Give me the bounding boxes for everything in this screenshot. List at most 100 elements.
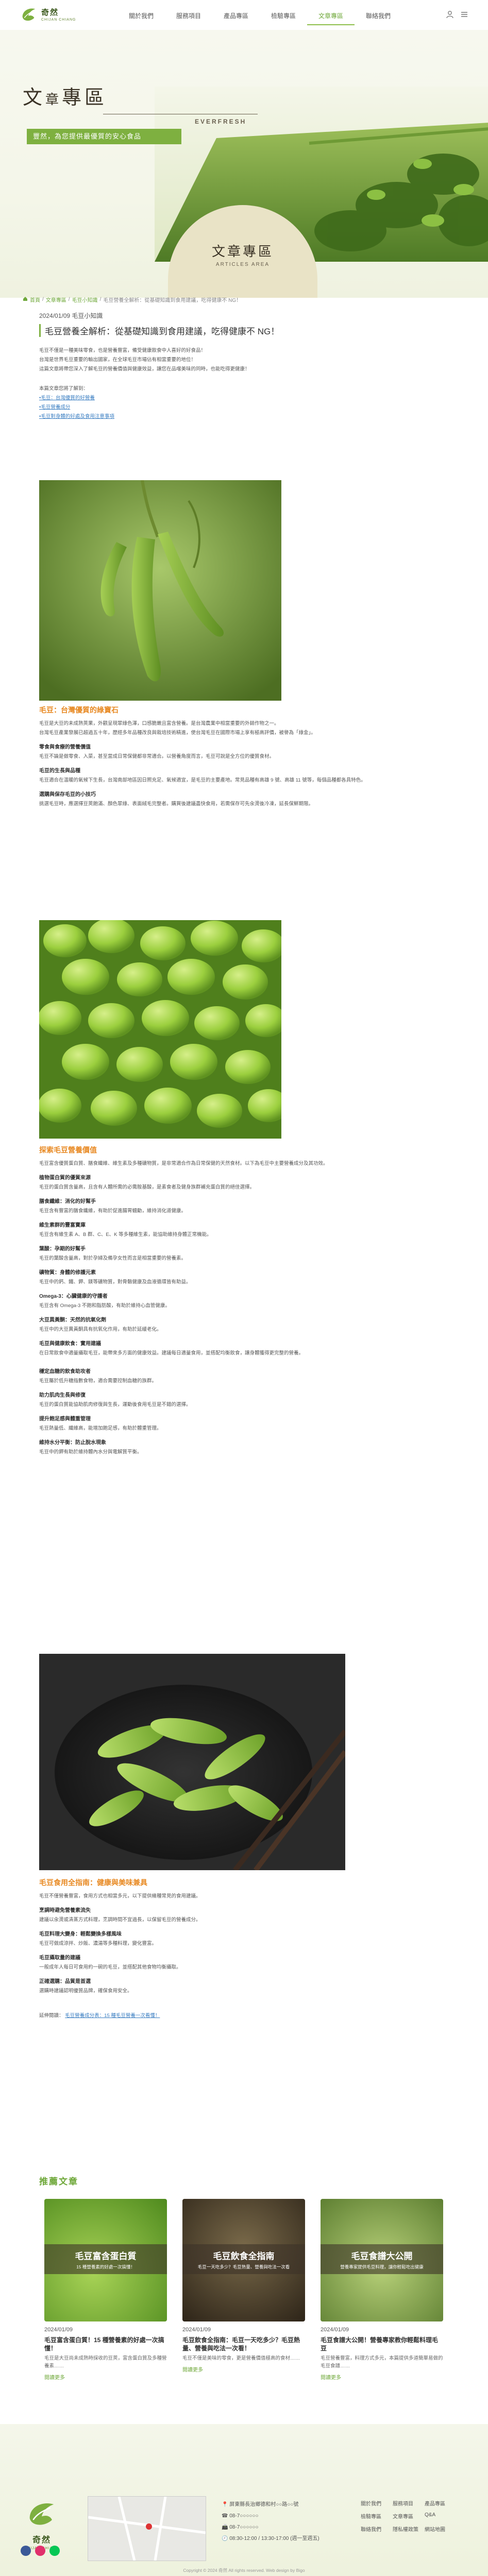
hours: 🕘 08:30-12:00 / 13:30-17:00 (週一至週五) [222,2536,319,2541]
more-link[interactable]: 毛豆營養成分表：15 種毛豆營養一次看懂！ [65,2013,160,2019]
footer-link[interactable]: 關於我們 [361,2499,393,2507]
edamame-bowl-image [39,1654,345,1870]
nav-articles[interactable]: 文章專區 [307,7,355,25]
toc-link[interactable]: •毛豆對身體的好處及食用注意事項 [39,414,114,419]
card-desc: 毛豆是大豆尚未成熟時採收的豆莢，富含蛋白質及多種營養素…… [44,2355,167,2369]
fax: 📠 08-7○○○○○○ [222,2524,259,2530]
card-desc: 毛豆營養豐富，料理方式多元，本篇提供多道簡單易做的毛豆食譜…… [321,2355,443,2369]
card-image[interactable]: 毛豆食譜大公開 營養專家提供毛豆料理，讓你輕鬆吃出健康 [321,2199,443,2321]
card-title[interactable]: 毛豆富含蛋白質！15 種營養素的好處一次搞懂！ [44,2336,167,2352]
banner-subtitle: 豐然，為您提供最優質的安心食品 [27,129,181,144]
card-image[interactable]: 毛豆富含蛋白質 15 種營養素的好處一次搞懂！ [44,2199,167,2321]
site-header: 奇然 CHIJAN CHIANG 關於我們 服務項目 產品專區 檢驗專區 文章專… [0,0,488,30]
subheading: 選購與保存毛豆的小技巧 [39,792,96,798]
toc-link[interactable]: •毛豆營養成分 [39,404,70,410]
section-heading: 毛豆：台灣優質的綠寶石 [39,706,119,714]
map-pin-icon [146,2523,152,2530]
footer-logo[interactable]: 奇然 CHIJAN CHIANG [24,2499,60,2550]
footer-link[interactable]: 聯絡我們 [361,2525,393,2533]
toc-link[interactable]: •毛豆：台灣優質的好營養 [39,395,95,401]
section-heading: 毛豆食用全指南：健康與美味兼具 [39,1878,147,1887]
home-icon[interactable] [23,296,28,303]
read-more-link[interactable]: 閱讀更多 [182,2365,305,2373]
subheading: 礦物質：身體的修護元素 [39,1270,96,1276]
article-card[interactable]: 毛豆食譜大公開 營養專家提供毛豆料理，讓你輕鬆吃出健康 2024/01/09 毛… [321,2199,443,2381]
subheading: 零食與食療的營養價值 [39,744,91,750]
section-1: 毛豆：台灣優質的綠寶石 毛豆是大豆的未成熟莢果，外觀呈現翠綠色澤，口感脆嫩且富含… [39,705,448,809]
article-card[interactable]: 毛豆富含蛋白質 15 種營養素的好處一次搞懂！ 2024/01/09 毛豆富含蛋… [44,2199,167,2381]
nav-inspection[interactable]: 檢驗專區 [260,7,307,25]
card-title[interactable]: 毛豆食譜大公開！營養專家教你輕鬆料理毛豆 [321,2336,443,2352]
subheading: 正確選購：品質是首選 [39,1979,91,1985]
crumb-current: 毛豆營養全解析：從基礎知識到食用建議，吃得健康不 NG！ [103,298,242,303]
user-icon[interactable] [446,10,454,19]
instagram-icon[interactable] [35,2546,45,2556]
location-map[interactable] [88,2496,206,2561]
banner-title: 文章專區 [23,86,108,109]
site-footer: 奇然 CHIJAN CHIANG 📍 屏東縣長治鄉德和村○○路○○號 ☎ 08-… [0,2424,488,2576]
contact-info: 📍 屏東縣長治鄉德和村○○路○○號 ☎ 08-7○○○○○○ 📠 08-7○○○… [222,2499,319,2545]
subheading: 毛豆攝取量的建議 [39,1955,80,1961]
footer-links: 關於我們 服務項目 產品專區 檢驗專區 文章專區 Q&A 聯絡我們 隱私權政策 … [361,2499,457,2533]
breadcrumb: 首頁 / 文章專區 / 毛豆小知識 / 毛豆營養全解析：從基礎知識到食用建議，吃得健康… [23,296,241,303]
nav-services[interactable]: 服務項目 [165,7,212,25]
footer-link[interactable]: Q&A [425,2512,457,2520]
card-desc: 毛豆不僅是美味的零食，更是營養價值極高的食材…… [182,2355,300,2361]
read-more-link[interactable]: 閱讀更多 [321,2373,443,2381]
footer-link[interactable]: 文章專區 [393,2512,425,2520]
facebook-icon[interactable] [21,2546,31,2556]
article-card[interactable]: 毛豆飲食全指南 毛豆一天吃多少？毛豆熱量、營養與吃法一次看 2024/01/09… [182,2199,305,2381]
footer-link[interactable]: 網站地圖 [425,2525,457,2533]
brand-logo[interactable]: 奇然 CHIJAN CHIANG [19,5,76,25]
logo-leaf-icon [29,2503,54,2525]
card-date: 2024/01/09 [44,2327,73,2333]
address: 📍 屏東縣長治鄉德和村○○路○○號 [222,2502,299,2507]
article-title: 毛豆營養全解析：從基礎知識到食用建議，吃得健康不 NG！ [39,324,448,337]
intro-paragraph: 台灣是世界毛豆重要的輸出國家，在全球毛豆市場佔有相當重要的地位！ [39,357,196,363]
read-more-link[interactable]: 閱讀更多 [44,2373,167,2381]
subheading: 助力肌肉生長與修復 [39,1393,86,1398]
toc-intro: 本篇文章您將了解到： [39,386,89,392]
phone[interactable]: ☎ 08-7○○○○○○ [222,2511,319,2522]
crumb-home[interactable]: 首頁 [30,296,40,303]
footer-link[interactable]: 隱私權政策 [393,2525,425,2533]
footer-link[interactable]: 產品專區 [425,2499,457,2507]
subheading: Omega-3：心臟健康的守護者 [39,1294,108,1299]
menu-icon[interactable] [460,10,468,19]
brand-name-en: CHIJAN CHIANG [41,18,76,22]
crumb-articles[interactable]: 文章專區 [46,296,66,303]
subheading: 毛豆與健康飲食：實用建議 [39,1341,101,1347]
related-articles: 推薦文章 毛豆富含蛋白質 15 種營養素的好處一次搞懂！ 2024/01/09 … [39,2174,451,2381]
card-date: 2024/01/09 [321,2327,349,2333]
banner-tag: EVERFRESH [195,118,247,125]
card-image[interactable]: 毛豆飲食全指南 毛豆一天吃多少？毛豆熱量、營養與吃法一次看 [182,2199,305,2321]
footer-link[interactable]: 檢驗專區 [361,2512,393,2520]
card-title[interactable]: 毛豆飲食全指南：毛豆一天吃多少？毛豆熱量、營養與吃法一次看！ [182,2336,305,2352]
brand-name: 奇然 [41,7,59,17]
line-icon[interactable] [49,2546,60,2556]
nav-contact[interactable]: 聯絡我們 [355,7,402,25]
more-label: 延伸閱讀： [39,2013,64,2019]
logo-leaf-icon [22,8,36,21]
subheading: 毛豆的生長與品種 [39,768,80,774]
footer-link[interactable]: 服務項目 [393,2499,425,2507]
article-meta: 2024/01/09 毛豆小知識 [39,312,103,319]
subheading: 穩定血糖的飲食助攻者 [39,1369,91,1375]
intro-paragraph: 這篇文章將帶您深入了解毛豆的營養價值與健康效益，讓您在品嚐美味的同時，也能吃得更… [39,366,250,372]
nav-products[interactable]: 產品專區 [212,7,260,25]
nav-about[interactable]: 關於我們 [117,7,165,25]
edamame-plant-image [39,480,281,701]
arch-title: 文章專區 [211,244,274,260]
subheading: 植物蛋白質的優質來源 [39,1175,91,1181]
related-heading: 推薦文章 [39,2177,78,2187]
card-date: 2024/01/09 [182,2327,211,2333]
copyright: Copyright © 2024 奇然 All rights reserved.… [183,2568,305,2573]
subheading: 膳食纖維：消化的好幫手 [39,1199,96,1205]
subheading: 維持水分平衡：防止脫水現象 [39,1440,106,1446]
intro-paragraph: 毛豆不僅是一種美味零食，也是營養豐富，備受健康飲食中人喜好的好食品！ [39,348,206,353]
page-banner: 文章專區 EVERFRESH 豐然，為您提供最優質的安心食品 文章專區 ARTI… [0,30,488,298]
shelled-beans-image [39,920,281,1139]
subheading: 提升飽足感與體重管理 [39,1416,91,1422]
social-links [21,2546,60,2556]
crumb-category[interactable]: 毛豆小知識 [72,296,98,303]
